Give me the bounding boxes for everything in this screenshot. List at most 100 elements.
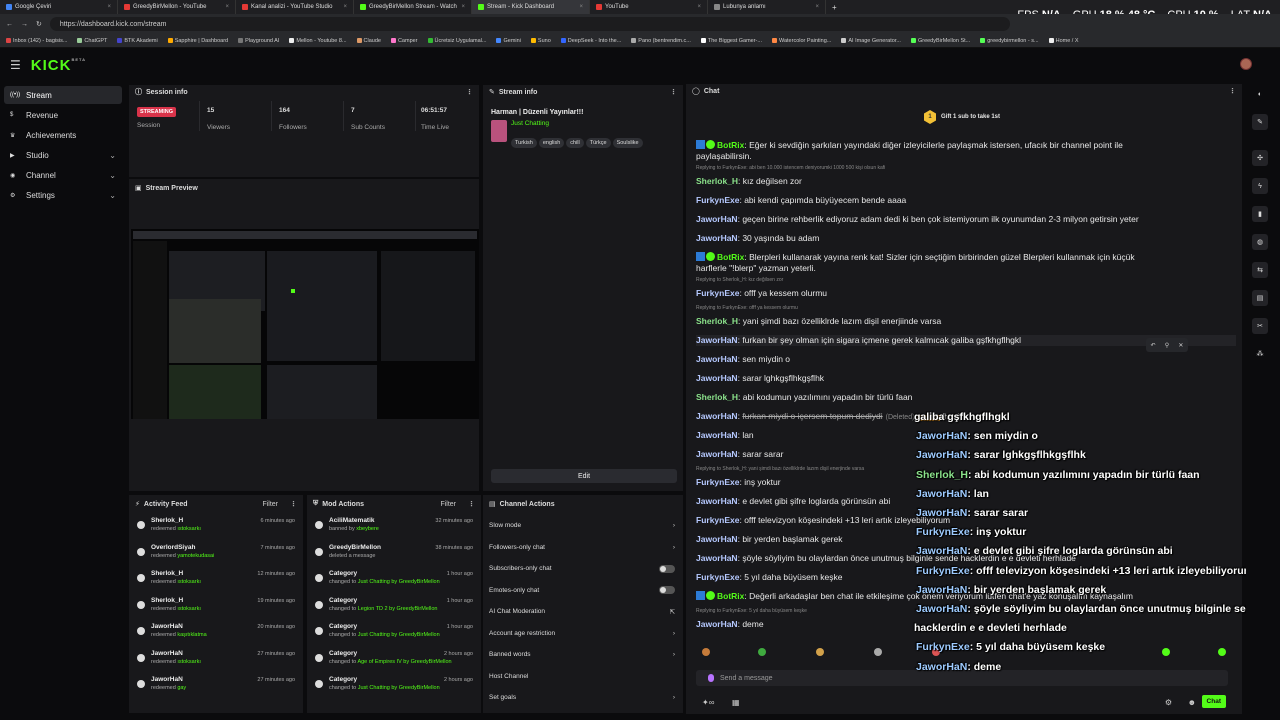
chat-username[interactable]: JaworHaN — [696, 619, 738, 629]
channel-action-set-goals[interactable]: Set goals › — [483, 687, 683, 709]
chat-message[interactable]: Sherlok_H: kız değilsen zor — [696, 176, 1236, 187]
bookmark-item[interactable]: GreedyBirMellon St... — [910, 38, 970, 44]
sidebar-item-stream[interactable]: ((•)) Stream — [4, 86, 122, 104]
reply-icon[interactable]: ↶ — [1151, 342, 1156, 349]
chat-message[interactable]: Sherlok_H: yani şimdi bazı özelliklrde l… — [696, 316, 1236, 327]
bookmark-item[interactable]: Mellon - Youtube 8... — [289, 38, 347, 44]
points-icon[interactable]: ✦∞ — [702, 698, 714, 707]
channel-action-subscribers-only-chat[interactable]: Subscribers-only chat — [483, 558, 683, 580]
bookmark-item[interactable]: Suno — [530, 38, 551, 44]
edit-button[interactable]: Edit — [491, 469, 677, 483]
channel-action-ai-chat-moderation[interactable]: AI Chat Moderation ⇱ — [483, 601, 683, 623]
emote-icon[interactable] — [758, 648, 766, 656]
bookmark-item[interactable]: DeepSeek - Into the... — [560, 38, 621, 44]
chat-bubble-icon[interactable]: ◍ — [1252, 234, 1268, 250]
menu-icon[interactable]: ☰ — [10, 58, 21, 72]
url-input[interactable]: https://dashboard.kick.com/stream — [49, 17, 1010, 31]
chat-username[interactable]: JaworHaN — [696, 534, 738, 544]
chat-username[interactable]: JaworHaN — [696, 214, 738, 224]
channel-action-emotes-only-chat[interactable]: Emotes-only chat — [483, 580, 683, 602]
more-icon[interactable]: ⋮ — [1229, 87, 1236, 95]
channel-action-account-age-restriction[interactable]: Account age restriction › — [483, 623, 683, 645]
filter-button[interactable]: Filter — [262, 501, 278, 508]
channel-action-slow-mode[interactable]: Slow mode › — [483, 515, 683, 537]
lightning-icon[interactable]: ϟ — [1252, 178, 1268, 194]
sidebar-item-revenue[interactable]: $ Revenue — [4, 106, 122, 124]
more-icon[interactable]: ⋮ — [468, 500, 475, 508]
close-icon[interactable]: × — [225, 4, 229, 10]
user-avatar[interactable] — [1240, 58, 1252, 70]
chat-username[interactable]: Sherlok_H — [696, 316, 738, 326]
chat-username[interactable]: JaworHaN — [696, 411, 738, 421]
close-icon[interactable]: × — [697, 4, 701, 10]
sidebar-item-settings[interactable]: ⚙ Settings ⌄ — [4, 186, 122, 204]
trash-icon[interactable]: ▮ — [1252, 206, 1268, 222]
browser-tab[interactable]: Google Çeviri × — [0, 0, 118, 14]
tag-chip[interactable]: english — [538, 138, 565, 148]
bookmark-item[interactable]: AI Image Generator... — [841, 38, 901, 44]
kick-logo[interactable]: KICKBETA — [31, 57, 86, 74]
edit-tool-icon[interactable]: ✎ — [1252, 114, 1268, 130]
toggle-switch[interactable] — [659, 586, 675, 595]
community-icon[interactable]: ⁂ — [1252, 346, 1268, 362]
chat-username[interactable]: BotRix — [717, 591, 744, 601]
bookmark-item[interactable]: Pano (bentrendim.c... — [631, 38, 691, 44]
wrench-icon[interactable]: ✂ — [1252, 318, 1268, 334]
chat-message[interactable]: FurkynExe: abi kendi çapımda büyüyecem b… — [696, 195, 1236, 206]
chat-username[interactable]: Sherlok_H — [696, 392, 738, 402]
browser-tab[interactable]: GreedyBirMellon - YouTube × — [118, 0, 236, 14]
chat-username[interactable]: Sherlok_H — [696, 176, 738, 186]
bookmark-item[interactable]: Sapphire | Dashboard — [167, 38, 228, 44]
chat-username[interactable]: JaworHaN — [696, 335, 738, 345]
sidebar-item-channel[interactable]: ◉ Channel ⌄ — [4, 166, 122, 184]
chat-username[interactable]: BotRix — [717, 140, 744, 150]
bookmark-item[interactable]: Gemini — [496, 38, 521, 44]
close-icon[interactable]: × — [815, 4, 819, 10]
channel-action-followers-only-chat[interactable]: Followers-only chat › — [483, 537, 683, 559]
stream-category[interactable]: Just Chatting — [511, 120, 645, 127]
tag-chip[interactable]: Türkçe — [585, 138, 611, 148]
chat-username[interactable]: FurkynExe — [696, 288, 739, 298]
browser-tab[interactable]: GreedyBirMellon Stream - Watch × — [354, 0, 472, 14]
tag-chip[interactable]: chill — [566, 138, 584, 148]
reload-icon[interactable]: ↻ — [36, 20, 42, 28]
channel-action-banned-words[interactable]: Banned words › — [483, 644, 683, 666]
chat-username[interactable]: JaworHaN — [696, 354, 738, 364]
sidebar-item-studio[interactable]: ▶ Studio ⌄ — [4, 146, 122, 164]
more-icon[interactable]: ⋮ — [290, 500, 297, 508]
chat-username[interactable]: JaworHaN — [696, 430, 738, 440]
chat-username[interactable]: FurkynExe — [696, 515, 739, 525]
gift-sub-banner[interactable]: 1 Gift 1 sub to take 1st — [924, 110, 1000, 124]
emote-icon[interactable] — [816, 648, 824, 656]
channel-action-host-channel[interactable]: Host Channel — [483, 666, 683, 688]
forward-icon[interactable]: → — [21, 21, 28, 28]
tag-chip[interactable]: Soulslike — [612, 138, 643, 148]
chat-message[interactable]: BotRix: Blerpleri kullanarak yayına renk… — [696, 252, 1236, 274]
bookmark-item[interactable]: Home / X — [1048, 38, 1079, 44]
bookmark-item[interactable]: BTK Akademi — [117, 38, 158, 44]
link-icon[interactable]: ⇆ — [1252, 262, 1268, 278]
chat-message[interactable]: JaworHaN: sarar lghkgşflhkgşflhk — [696, 373, 1236, 384]
more-icon[interactable]: ⋮ — [670, 88, 677, 96]
microphone-icon[interactable] — [708, 674, 714, 682]
filter-button[interactable]: Filter — [440, 501, 456, 508]
settings-icon[interactable]: ⚙ — [1165, 698, 1172, 707]
chat-message[interactable]: FurkynExe: offf ya kessem olurmu — [696, 288, 1236, 299]
close-icon[interactable]: × — [343, 4, 347, 10]
archive-icon[interactable]: ▤ — [1252, 290, 1268, 306]
chat-message[interactable]: JaworHaN: sen miydin o — [696, 354, 1236, 365]
chat-message[interactable]: BotRix: Eğer ki sevdiğin şarkıları yayın… — [696, 140, 1236, 162]
emote-icon[interactable] — [1218, 648, 1226, 656]
contrast-icon[interactable]: ◐ — [1252, 86, 1268, 102]
emote-icon[interactable] — [874, 648, 882, 656]
chat-message[interactable]: JaworHaN: 30 yaşında bu adam — [696, 233, 1236, 244]
bookmark-item[interactable]: greedybirmellon - s... — [980, 38, 1039, 44]
browser-tab[interactable]: Stream - Kick Dashboard × — [472, 0, 590, 14]
emoji-icon[interactable]: ☻ — [1188, 698, 1196, 707]
bookmark-item[interactable]: Ücretsiz Uygulamal... — [427, 38, 486, 44]
bookmark-item[interactable]: Claude — [356, 38, 381, 44]
chat-username[interactable]: FurkynExe — [696, 195, 739, 205]
bookmark-item[interactable]: The Biggest Gamer-... — [700, 38, 762, 44]
browser-tab[interactable]: YouTube × — [590, 0, 708, 14]
bookmark-item[interactable]: Watercolor Painting... — [771, 38, 831, 44]
